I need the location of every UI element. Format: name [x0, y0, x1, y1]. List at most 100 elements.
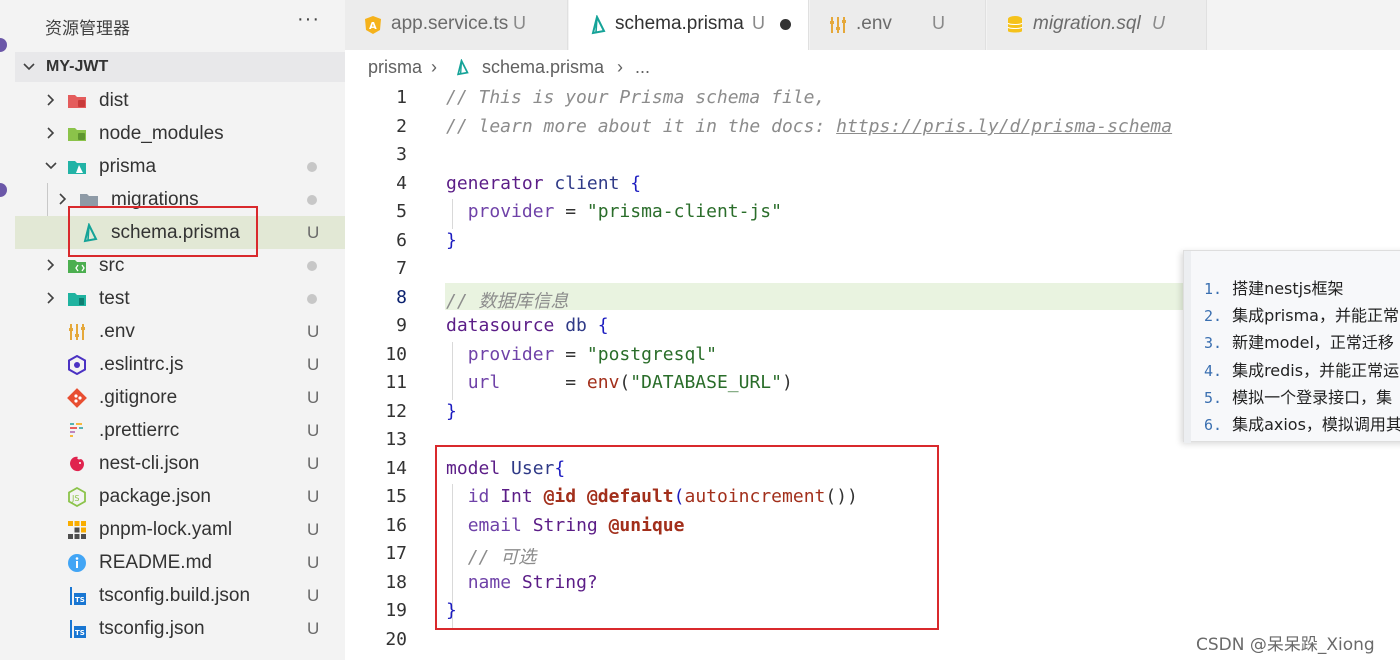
explorer-header: 资源管理器 ···: [15, 0, 345, 50]
tsconfig-icon: TS: [70, 587, 86, 605]
code-line-8: // 数据库信息: [446, 287, 569, 313]
line-number: 15: [385, 486, 407, 507]
tree-item-label: tsconfig.json: [99, 618, 205, 639]
tab-app-service-ts[interactable]: A app.service.ts U: [345, 0, 568, 50]
tab-label: migration.sql: [1033, 13, 1141, 34]
angular-service-icon: A: [365, 16, 381, 34]
svg-text:A: A: [369, 21, 377, 32]
git-status-badge: U: [307, 487, 320, 506]
line-number: 3: [396, 144, 407, 165]
tree-item-readme[interactable]: README.md U: [15, 546, 345, 579]
tab-env[interactable]: .env U: [810, 0, 986, 50]
tree-item-prettierrc[interactable]: .prettierrc U: [15, 414, 345, 447]
code-line-12: }: [446, 401, 457, 422]
popup-list-item: 4. 集成redis，并能正常运: [1204, 357, 1399, 381]
code-keyword: generator: [446, 173, 544, 194]
code-identifier: client: [554, 173, 620, 194]
code-operator: =: [500, 372, 587, 393]
chevron-down-icon: [23, 63, 35, 71]
breadcrumb-tail[interactable]: ...: [635, 57, 650, 78]
code-line-11: url = env("DATABASE_URL"): [467, 372, 793, 393]
list-number: 6.: [1204, 416, 1223, 434]
tree-item-dist[interactable]: dist: [15, 84, 345, 117]
git-status-dot: [307, 195, 317, 205]
tree-item-nest-cli[interactable]: nest-cli.json U: [15, 447, 345, 480]
annotation-box: [435, 445, 939, 630]
tab-status: U: [932, 13, 945, 33]
git-status-badge: U: [307, 223, 320, 242]
more-actions-icon[interactable]: ···: [297, 8, 320, 31]
line-number: 5: [396, 201, 407, 222]
unsaved-dot-icon[interactable]: [780, 19, 791, 30]
tab-label: .env: [856, 13, 892, 34]
code-keyword: datasource: [446, 315, 555, 336]
code-line-2: // learn more about it in the docs: http…: [446, 116, 1172, 137]
popup-list-item: 1. 搭建nestjs框架: [1204, 275, 1343, 299]
line-number: 12: [385, 401, 407, 422]
list-number: 1.: [1204, 280, 1223, 298]
code-string: "DATABASE_URL": [630, 372, 782, 393]
prisma-file-icon: [456, 59, 469, 76]
line-number: 2: [396, 116, 407, 137]
git-status-badge: U: [307, 355, 320, 374]
tree-item-tsconfig[interactable]: TS tsconfig.json U: [15, 612, 345, 645]
tree-item-env[interactable]: .env U: [15, 315, 345, 348]
chevron-right-icon: [47, 127, 55, 139]
code-link[interactable]: https://pris.ly/d/prisma-schema: [836, 116, 1172, 137]
git-status-badge: U: [307, 388, 320, 407]
info-icon: [68, 554, 86, 572]
tree-item-tsconfig-build[interactable]: TS tsconfig.build.json U: [15, 579, 345, 612]
breadcrumb-file[interactable]: schema.prisma: [482, 57, 604, 78]
tree-item-test[interactable]: test: [15, 282, 345, 315]
line-number: 16: [385, 515, 407, 536]
tree-item-prisma[interactable]: prisma: [15, 150, 345, 183]
tree-item-gitignore[interactable]: .gitignore U: [15, 381, 345, 414]
explorer-sidebar: 资源管理器 ··· MY-JWT dist node_modules prism…: [15, 0, 345, 660]
git-status-badge: U: [307, 520, 320, 539]
popup-edge: [1184, 251, 1191, 443]
list-text: 新建model，正常迁移: [1232, 333, 1394, 352]
line-number: 6: [396, 230, 407, 251]
git-status-badge: U: [307, 553, 320, 572]
breadcrumb-separator: ›: [617, 57, 623, 77]
svg-text:JS: JS: [71, 494, 79, 503]
code-field: provider: [467, 344, 555, 365]
tree-item-label: dist: [99, 90, 129, 111]
line-number: 10: [385, 344, 407, 365]
code-operator: =: [554, 201, 587, 222]
line-number: 7: [396, 258, 407, 279]
activity-strip: [0, 0, 15, 660]
chevron-right-icon: [47, 94, 55, 106]
tree-item-node-modules[interactable]: node_modules: [15, 117, 345, 150]
explorer-title: 资源管理器: [45, 19, 130, 39]
code-field: url: [467, 372, 501, 393]
tree-item-label: tsconfig.build.json: [99, 585, 251, 606]
tree-item-label: prisma: [99, 156, 157, 177]
code-operator: =: [554, 344, 587, 365]
line-number: 13: [385, 429, 407, 450]
editor-tabs: A app.service.ts U schema.prisma U .env …: [345, 0, 1400, 50]
tab-status: U: [513, 13, 526, 33]
tree-item-label: .prettierrc: [99, 420, 180, 441]
breadcrumb: prisma › schema.prisma › ...: [345, 50, 1400, 84]
tree-item-pnpm-lock[interactable]: pnpm-lock.yaml U: [15, 513, 345, 546]
list-number: 5.: [1204, 389, 1223, 407]
line-number: 20: [385, 629, 407, 650]
breadcrumb-folder[interactable]: prisma: [368, 57, 422, 78]
line-number: 11: [385, 372, 407, 393]
workspace-root[interactable]: MY-JWT: [15, 52, 345, 82]
tree-item-label: pnpm-lock.yaml: [99, 519, 233, 540]
tree-item-package-json[interactable]: JS package.json U: [15, 480, 345, 513]
list-text: 集成redis，并能正常运: [1232, 361, 1400, 380]
list-number: 4.: [1204, 362, 1223, 380]
git-status-badge: U: [307, 322, 320, 341]
code-function: env: [586, 372, 620, 393]
tree-item-label: .env: [99, 321, 135, 342]
list-text: 集成axios，模拟调用其: [1232, 415, 1400, 434]
tree-item-eslintrc[interactable]: .eslintrc.js U: [15, 348, 345, 381]
list-number: 3.: [1204, 334, 1223, 352]
tab-schema-prisma[interactable]: schema.prisma U: [569, 0, 809, 50]
svg-text:TS: TS: [75, 596, 85, 604]
tab-migration-sql[interactable]: migration.sql U: [987, 0, 1207, 50]
git-icon: [67, 388, 87, 408]
